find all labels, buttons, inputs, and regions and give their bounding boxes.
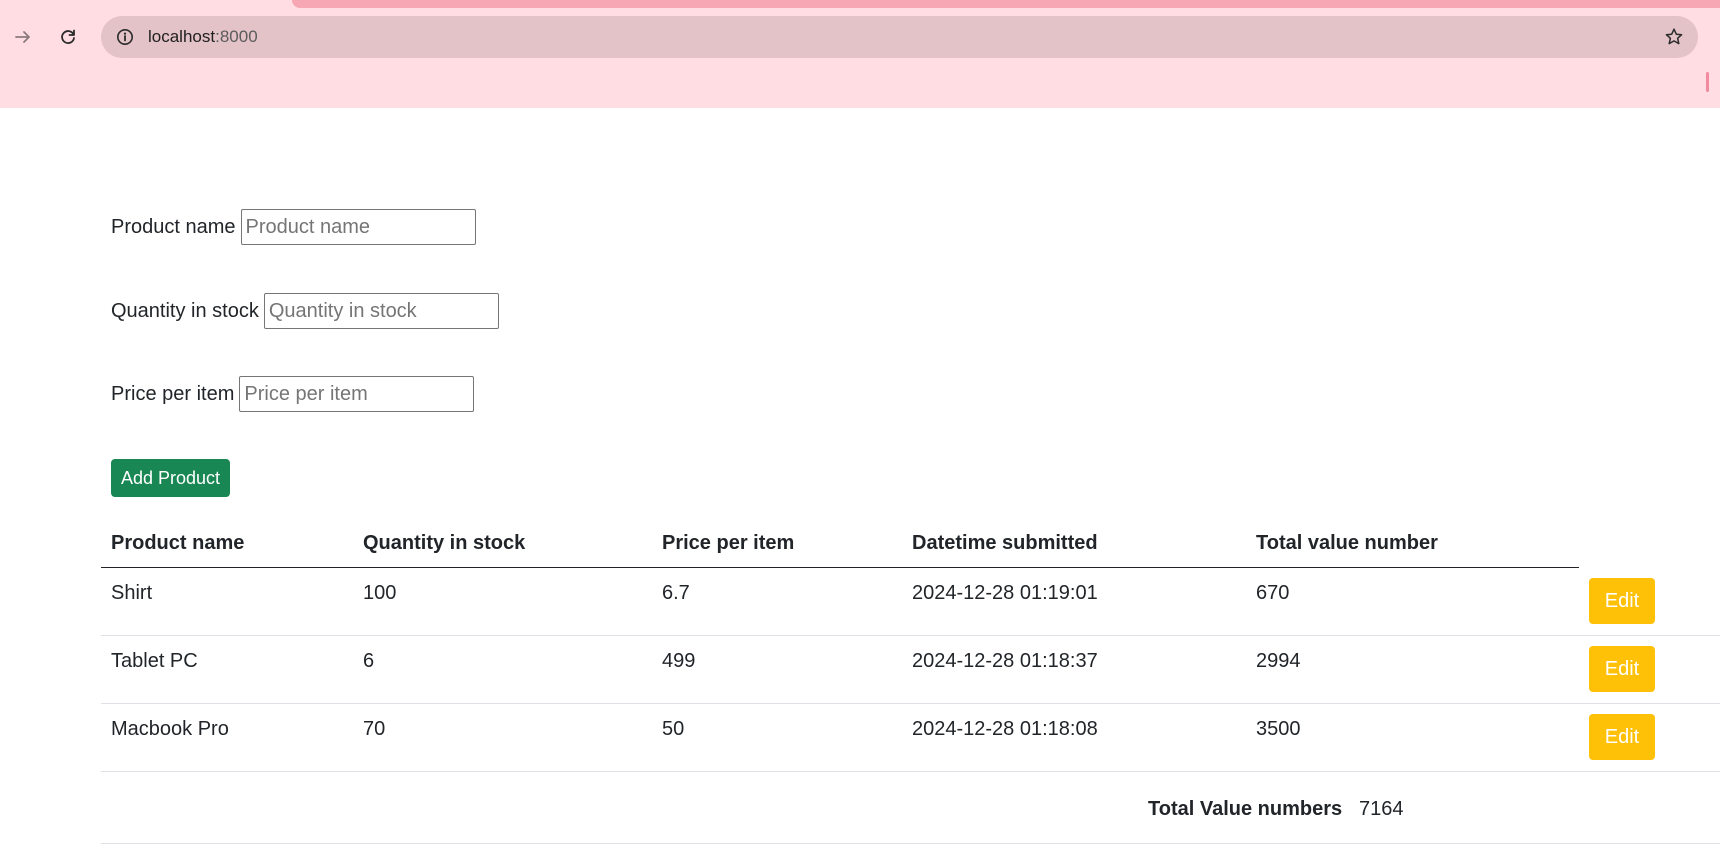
price-row: Price per item bbox=[111, 376, 475, 412]
products-table: Product name Quantity in stock Price per… bbox=[101, 522, 1720, 844]
info-icon bbox=[117, 29, 133, 45]
star-icon bbox=[1665, 28, 1683, 45]
edit-button[interactable]: Edit bbox=[1589, 646, 1655, 692]
quantity-input[interactable] bbox=[263, 293, 499, 329]
url-host: localhost bbox=[148, 27, 216, 46]
forward-button[interactable] bbox=[7, 21, 39, 53]
price-input[interactable] bbox=[239, 376, 475, 412]
edit-button[interactable]: Edit bbox=[1589, 714, 1655, 760]
url-text[interactable]: localhost:8000 bbox=[148, 27, 258, 47]
cell-datetime: 2024-12-28 01:18:08 bbox=[912, 718, 1098, 740]
quantity-row: Quantity in stock bbox=[111, 293, 499, 329]
site-info-button[interactable] bbox=[109, 21, 141, 53]
cell-price: 50 bbox=[662, 718, 685, 740]
product-name-row: Product name bbox=[111, 209, 476, 245]
cell-quantity: 6 bbox=[363, 650, 375, 672]
header-quantity: Quantity in stock bbox=[363, 532, 526, 554]
cell-quantity: 100 bbox=[363, 582, 397, 604]
table-row: Macbook Pro 70 50 2024-12-28 01:18:08 35… bbox=[101, 704, 1720, 772]
cell-total-value: 670 bbox=[1256, 582, 1290, 604]
reload-button[interactable] bbox=[52, 21, 84, 53]
cell-price: 6.7 bbox=[662, 582, 690, 604]
bookmark-button[interactable] bbox=[1658, 21, 1690, 53]
add-product-button[interactable]: Add Product bbox=[111, 459, 230, 497]
price-label: Price per item bbox=[111, 382, 235, 405]
tab-strip bbox=[292, 0, 1720, 8]
cell-datetime: 2024-12-28 01:18:37 bbox=[912, 650, 1098, 672]
total-value-amount: 7164 bbox=[1359, 798, 1404, 820]
header-price: Price per item bbox=[662, 532, 795, 554]
table-row: Tablet PC 6 499 2024-12-28 01:18:37 2994… bbox=[101, 636, 1720, 704]
url-port: :8000 bbox=[215, 27, 258, 46]
cell-total-value: 3500 bbox=[1256, 718, 1301, 740]
header-product-name: Product name bbox=[111, 532, 245, 554]
scroll-indicator bbox=[1706, 72, 1709, 92]
total-row: Total Value numbers 7164 bbox=[101, 772, 1720, 844]
product-name-label: Product name bbox=[111, 215, 236, 238]
cell-quantity: 70 bbox=[363, 718, 386, 740]
edit-button[interactable]: Edit bbox=[1589, 578, 1655, 624]
browser-toolbar: localhost:8000 bbox=[0, 0, 1720, 108]
cell-product-name: Tablet PC bbox=[111, 650, 198, 672]
table-row: Shirt 100 6.7 2024-12-28 01:19:01 670 Ed… bbox=[101, 568, 1720, 636]
cell-datetime: 2024-12-28 01:19:01 bbox=[912, 582, 1098, 604]
header-datetime: Datetime submitted bbox=[912, 532, 1098, 554]
cell-price: 499 bbox=[662, 650, 696, 672]
quantity-label: Quantity in stock bbox=[111, 299, 259, 322]
arrow-forward-icon bbox=[15, 31, 30, 43]
address-bar[interactable]: localhost:8000 bbox=[101, 16, 1698, 58]
total-value-label: Total Value numbers bbox=[1148, 798, 1343, 820]
header-total-value: Total value number bbox=[1256, 532, 1438, 554]
cell-total-value: 2994 bbox=[1256, 650, 1301, 672]
reload-icon bbox=[61, 29, 75, 44]
table-header: Product name Quantity in stock Price per… bbox=[101, 522, 1579, 568]
product-name-input[interactable] bbox=[240, 209, 476, 245]
cell-product-name: Macbook Pro bbox=[111, 718, 229, 740]
cell-product-name: Shirt bbox=[111, 582, 153, 604]
